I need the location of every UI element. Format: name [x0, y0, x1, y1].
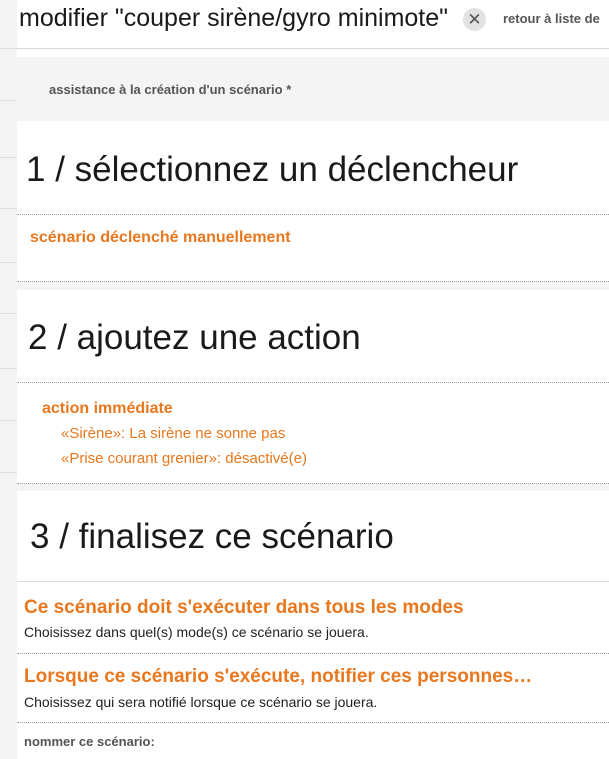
trigger-manual-link[interactable]: scénario déclenché manuellement: [30, 229, 291, 247]
modes-divider: [17, 653, 609, 654]
background-divider: [0, 157, 17, 158]
action-type-link[interactable]: action immédiate: [42, 400, 173, 418]
section-separator-band: [17, 484, 609, 491]
scenario-name-label: nommer ce scénario:: [24, 734, 155, 749]
background-divider: [0, 208, 17, 209]
action-item-plug[interactable]: «Prise courant grenier»: désactivé(e): [61, 450, 307, 467]
step-1-divider: [17, 214, 609, 215]
background-divider: [0, 48, 17, 49]
scenario-editor-panel: modifier "couper sirène/gyro minimote" ✕…: [17, 0, 609, 759]
notify-divider: [17, 722, 609, 723]
panel-header: modifier "couper sirène/gyro minimote" ✕…: [17, 0, 609, 49]
background-divider: [0, 472, 17, 473]
page-title: modifier "couper sirène/gyro minimote": [19, 4, 449, 32]
close-button[interactable]: ✕: [463, 8, 486, 31]
background-divider: [0, 100, 17, 101]
notify-option-link[interactable]: Lorsque ce scénario s'exécute, notifier …: [24, 666, 532, 688]
background-divider: [0, 368, 17, 369]
back-to-list-link[interactable]: retour à liste de: [503, 11, 600, 26]
background-page-strip: [0, 0, 17, 759]
modes-option-description: Choisissez dans quel(s) mode(s) ce scéna…: [24, 624, 369, 640]
notify-option-description: Choisissez qui sera notifié lorsque ce s…: [24, 694, 378, 710]
assistance-label: assistance à la création d'un scénario *: [49, 82, 292, 97]
step-2-divider: [17, 382, 609, 383]
background-divider: [0, 262, 17, 263]
step-3-divider: [17, 581, 609, 582]
action-item-siren[interactable]: «Sirène»: La sirène ne sonne pas: [61, 425, 285, 442]
close-icon: ✕: [467, 10, 482, 29]
modes-option-link[interactable]: Ce scénario doit s'exécuter dans tous le…: [24, 597, 464, 619]
step-3-title: 3 / finalisez ce scénario: [30, 517, 394, 556]
background-divider: [0, 313, 17, 314]
background-divider: [0, 420, 17, 421]
section-separator-band: [17, 282, 609, 290]
step-1-title: 1 / sélectionnez un déclencheur: [26, 150, 519, 189]
step-2-title: 2 / ajoutez une action: [28, 318, 361, 357]
assistance-bar: assistance à la création d'un scénario *: [17, 57, 609, 121]
